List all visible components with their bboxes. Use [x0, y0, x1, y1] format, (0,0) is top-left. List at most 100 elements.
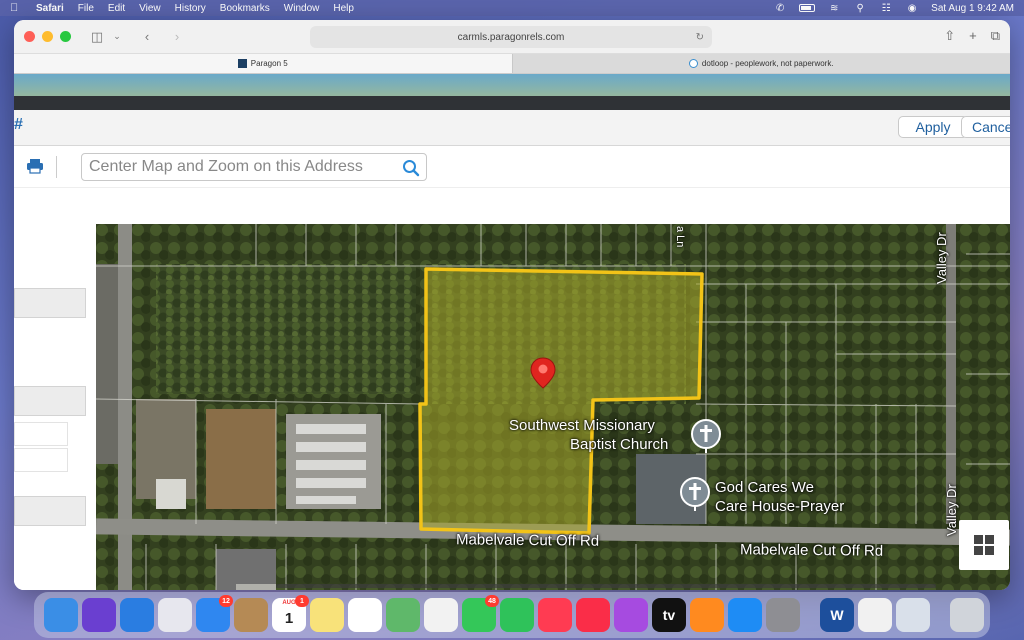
dock-contacts-icon[interactable] [234, 598, 268, 632]
dock-system-preferences-icon[interactable] [766, 598, 800, 632]
dock-photos-icon[interactable] [424, 598, 458, 632]
menu-bookmarks[interactable]: Bookmarks [220, 3, 270, 14]
menu-window[interactable]: Window [284, 3, 320, 14]
dock-preview-icon[interactable] [896, 598, 930, 632]
dock-messages-icon[interactable]: 48 [462, 595, 499, 632]
wifi-icon[interactable]: ≋ [827, 3, 841, 14]
dock-app-glyph: 1 [284, 609, 294, 627]
location-pin-icon[interactable] [530, 357, 556, 389]
dotloop-favicon-icon [688, 59, 698, 68]
dock-tv-icon[interactable]: tv [652, 598, 686, 632]
menu-history[interactable]: History [175, 3, 206, 14]
page-banner [14, 74, 1010, 110]
dock-app-glyph: W [830, 607, 844, 623]
dock-facetime-icon[interactable] [500, 598, 534, 632]
road-label-mabelvale-right: Mabelvale Cut Off Rd [739, 541, 884, 560]
browser-toolbar: ◫ ⌄ ‹ › carmls.paragonrels.com ↻ ⇧ + ⧉ [14, 20, 1010, 54]
dock-maps-icon[interactable] [386, 598, 420, 632]
dock-word-icon[interactable]: W [820, 598, 854, 632]
dock-badge: 1 [295, 595, 309, 607]
side-panel-row-3[interactable] [14, 496, 86, 526]
control-center-icon[interactable]: ☷ [879, 3, 893, 14]
battery-icon[interactable] [799, 4, 816, 12]
reload-icon[interactable]: ↻ [696, 32, 704, 43]
minimize-window-button[interactable] [42, 31, 53, 42]
menu-file[interactable]: File [78, 3, 94, 14]
church1-label-line1: Southwest Missionary [509, 417, 655, 434]
dock-trash-icon[interactable] [950, 598, 984, 632]
address-placeholder: Center Map and Zoom on this Address [89, 158, 363, 175]
satellite-map[interactable]: Southwest Missionary Baptist Church God … [96, 224, 1010, 590]
prayer-house-marker-icon[interactable] [679, 476, 711, 512]
dock-app-store-icon[interactable] [728, 598, 762, 632]
dock-books-icon[interactable] [690, 598, 724, 632]
fullscreen-window-button[interactable] [60, 31, 71, 42]
horizontal-scrollbar[interactable] [276, 584, 936, 588]
dock-app-subtext: AUG [282, 600, 296, 606]
sidebar-icon[interactable]: ◫ [89, 29, 105, 45]
printer-icon[interactable] [26, 158, 44, 174]
address-bar[interactable]: carmls.paragonrels.com ↻ [310, 26, 712, 48]
filter-side-panel [14, 224, 96, 590]
apply-button[interactable]: Apply [898, 116, 968, 138]
side-panel-field-2[interactable] [14, 448, 68, 472]
chevron-down-icon[interactable]: ⌄ [109, 31, 125, 42]
dock-badge: 48 [485, 595, 499, 607]
tab-dotloop[interactable]: dotloop - peoplework, not paperwork. [511, 54, 1010, 73]
tab-bar: Paragon 5 dotloop - peoplework, not pape… [14, 54, 1010, 74]
apple-icon[interactable]:  [10, 2, 24, 14]
safari-window: ◫ ⌄ ‹ › carmls.paragonrels.com ↻ ⇧ + ⧉ P… [14, 20, 1010, 590]
dock-launchpad-icon[interactable] [158, 598, 192, 632]
page-content: # Apply Cancel Center Map and Zoom on th… [14, 74, 1010, 590]
cancel-button[interactable]: Cancel [961, 116, 1010, 138]
road-label-valley-top: Valley Dr [934, 232, 949, 284]
close-window-button[interactable] [24, 31, 35, 42]
dock-music-icon[interactable] [576, 598, 610, 632]
church2-label-line2: Care House-Prayer [715, 498, 845, 515]
tab-paragon[interactable]: Paragon 5 [14, 54, 512, 73]
dock-news-icon[interactable] [538, 598, 572, 632]
menu-help[interactable]: Help [333, 3, 354, 14]
dock-app-glyph: tv [662, 607, 676, 623]
church-marker-icon[interactable] [690, 418, 722, 454]
share-icon[interactable]: ⇧ [944, 28, 955, 44]
dock-safari-icon[interactable] [120, 598, 154, 632]
dock-reminders-icon[interactable] [348, 598, 382, 632]
church2-label-line1: God Cares We [715, 479, 814, 496]
new-tab-icon[interactable]: + [969, 28, 977, 44]
side-panel-row-1[interactable] [14, 288, 86, 318]
address-search-input[interactable]: Center Map and Zoom on this Address [81, 153, 427, 181]
side-panel-field-1[interactable] [14, 422, 68, 446]
side-panel-row-2[interactable] [14, 386, 86, 416]
church1-label-line2: Baptist Church [570, 436, 669, 453]
dock-siri-icon[interactable] [82, 598, 116, 632]
toolbar-actions: ⇧ + ⧉ [944, 28, 1000, 44]
dock-calendar-icon[interactable]: 1 AUG 1 [272, 595, 309, 632]
menu-view[interactable]: View [139, 3, 161, 14]
back-icon[interactable]: ‹ [139, 29, 155, 44]
dock-mail-icon[interactable]: 12 [196, 595, 233, 632]
road-label-valley-bottom: Valley Dr [944, 484, 959, 536]
map-layers-button[interactable] [959, 520, 1009, 570]
tab-overview-icon[interactable]: ⧉ [991, 28, 1000, 44]
menu-safari[interactable]: Safari [36, 3, 64, 14]
toolbar-divider [56, 156, 57, 178]
menu-edit[interactable]: Edit [108, 3, 125, 14]
clock[interactable]: Sat Aug 1 9:42 AM [931, 3, 1014, 14]
siri-icon[interactable]: ◉ [905, 3, 919, 14]
search-icon[interactable] [402, 159, 420, 177]
mute-icon[interactable]: ✆ [773, 3, 787, 14]
tab-label: Paragon 5 [250, 59, 288, 68]
dock-finder-icon[interactable] [44, 598, 78, 632]
dock-podcasts-icon[interactable] [614, 598, 648, 632]
road-label-top-fragment: a Ln [674, 226, 686, 248]
dock-badge: 12 [219, 595, 233, 607]
grid-icon [974, 535, 994, 555]
dock-textedit-icon[interactable] [858, 598, 892, 632]
tab-label: dotloop - peoplework, not paperwork. [701, 59, 834, 68]
window-controls [24, 31, 71, 42]
spotlight-icon[interactable]: ⚲ [853, 3, 867, 14]
url-text: carmls.paragonrels.com [457, 31, 565, 43]
forward-icon[interactable]: › [169, 29, 185, 44]
dock-notes-icon[interactable] [310, 598, 344, 632]
